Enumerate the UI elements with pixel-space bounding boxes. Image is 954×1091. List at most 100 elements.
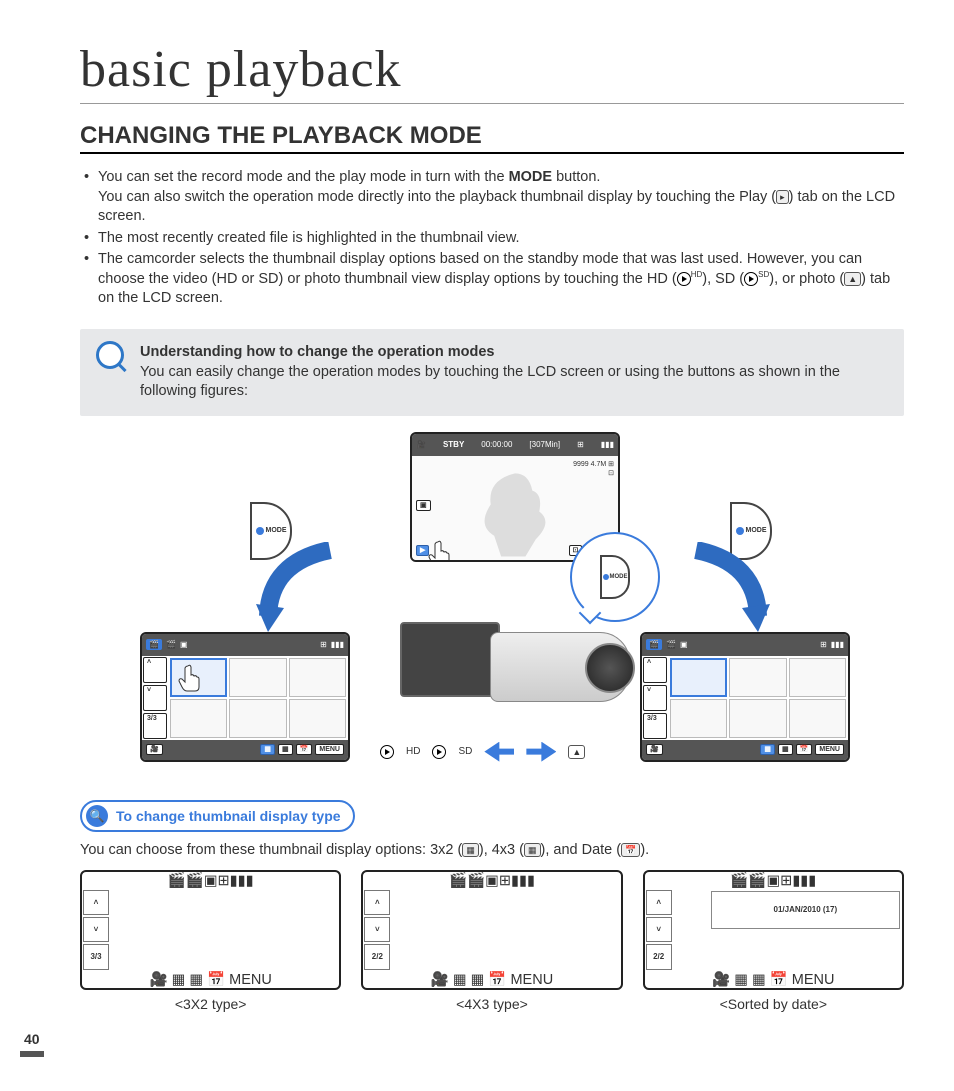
arrow-right-icon (656, 542, 776, 642)
photo-tab[interactable]: ▣ (204, 873, 218, 889)
card-icon: ⊞ (780, 873, 792, 889)
count-label: 9999 (573, 461, 589, 468)
thumbnail-cell[interactable] (563, 891, 619, 916)
page-down-button[interactable]: ˅ (646, 917, 672, 942)
sd-tab[interactable]: 🎬 (166, 640, 176, 649)
hd-tab[interactable]: 🎬 (146, 639, 162, 650)
hd-tab[interactable]: 🎬 (449, 873, 467, 889)
sd-tab[interactable]: 🎬 (666, 640, 676, 649)
thumbnail-cell[interactable] (170, 699, 227, 738)
page-down-button[interactable]: ˅ (364, 917, 390, 942)
date-row[interactable]: 01/JAN/2010 (17) (711, 891, 900, 929)
thumbnail-cell[interactable] (563, 943, 619, 968)
thumbnail-cell[interactable] (729, 699, 786, 738)
rec-mode-button[interactable]: 🎥 (646, 744, 663, 755)
thumbnail-cell[interactable] (229, 658, 286, 697)
grid-date-button[interactable]: 📅 (796, 744, 813, 755)
info-callout: Understanding how to change the operatio… (80, 329, 904, 416)
menu-button[interactable]: MENU (792, 972, 835, 988)
photo-tab[interactable]: ▣ (180, 640, 188, 649)
grid-4x3-icon: ▦ (524, 843, 541, 857)
page-indicator: 2/2 (364, 944, 390, 969)
thumb-types-row: 🎬🎬▣⊞▮▮▮ ˄ ˅ 3/3 🎥 ▦ ▦ (80, 870, 904, 1012)
sd-tab[interactable]: 🎬 (467, 873, 485, 889)
thumbnail-cell[interactable] (450, 891, 506, 916)
menu-button[interactable]: MENU (229, 972, 272, 988)
sd-icon (744, 272, 758, 286)
thumbnail-cell[interactable] (264, 931, 338, 969)
grid-4x3-button[interactable]: ▦ (278, 744, 293, 755)
thumbnail-cell[interactable] (229, 699, 286, 738)
thumbnail-cell[interactable] (289, 658, 346, 697)
rec-mode-button[interactable]: 🎥 (712, 972, 730, 988)
photo-tab[interactable]: ▣ (680, 640, 688, 649)
play-tab-icon: ▸ (776, 190, 789, 204)
grid-3x2-button[interactable]: ▦ (260, 744, 275, 755)
lcd-botbar: 🎥 ▦ ▦ 📅 MENU (642, 740, 848, 760)
grid-4x3-button[interactable]: ▦ (471, 972, 485, 988)
thumbnail-cell[interactable] (112, 931, 186, 969)
camcorder-screen (400, 622, 500, 697)
grid-date-button[interactable]: 📅 (488, 972, 506, 988)
grid-4x3-button[interactable]: ▦ (778, 744, 793, 755)
thumbnail-cell[interactable] (675, 891, 709, 929)
sd-tab[interactable]: 🎬 (748, 873, 766, 889)
grid-4x3-button[interactable]: ▦ (189, 972, 203, 988)
photo-tab[interactable]: ▣ (485, 873, 499, 889)
thumbnail-cell[interactable] (393, 943, 449, 968)
play-tab-small[interactable]: ▣ (416, 500, 431, 511)
page-down-button[interactable]: ˅ (143, 685, 167, 711)
rec-mode-button[interactable]: 🎥 (146, 744, 163, 755)
hd-tab[interactable]: 🎬 (730, 873, 748, 889)
touch-hand-icon (428, 540, 452, 562)
camcorder-illustration: MODE (400, 602, 650, 712)
thumbnail-cell[interactable] (188, 931, 262, 969)
hd-label: HD (406, 746, 420, 757)
thumbnail-cell[interactable] (506, 891, 562, 916)
thumbnail-cell[interactable] (789, 658, 846, 697)
thumbnail-cell[interactable] (188, 891, 262, 929)
thumbnail-cell[interactable] (670, 699, 727, 738)
sd-tab[interactable]: 🎬 (186, 873, 204, 889)
menu-button[interactable]: MENU (510, 972, 553, 988)
photo-tab[interactable]: ▣ (766, 873, 780, 889)
grid-3x2-button[interactable]: ▦ (172, 972, 186, 988)
battery-icon: ▮▮▮ (831, 640, 844, 649)
thumbnail-cell[interactable] (289, 699, 346, 738)
thumbnail-cell[interactable] (506, 917, 562, 942)
grid-3x2-button[interactable]: ▦ (453, 972, 467, 988)
lcd-thumb-left: 🎬 🎬 ▣ ⊞ ▮▮▮ ˄ ˅ 3/3 🎥 (140, 632, 350, 762)
arrow-right-icon (526, 742, 556, 762)
thumbnail-cell[interactable] (506, 943, 562, 968)
thumbnail-cell[interactable] (729, 658, 786, 697)
lcd-4x3: 🎬🎬▣⊞▮▮▮ ˄ ˅ 2/2 🎥 ▦ (361, 870, 622, 990)
grid-date-button[interactable]: 📅 (296, 744, 313, 755)
thumbnail-cell[interactable] (393, 917, 449, 942)
size-label: 4.7M (591, 461, 607, 468)
page-up-button[interactable]: ˄ (83, 890, 109, 915)
page-up-button[interactable]: ˄ (646, 890, 672, 915)
rec-mode-button[interactable]: 🎥 (149, 972, 167, 988)
grid-date-button[interactable]: 📅 (207, 972, 225, 988)
grid-date-button[interactable]: 📅 (770, 972, 788, 988)
thumbnail-cell[interactable] (563, 917, 619, 942)
rec-mode-button[interactable]: 🎥 (431, 972, 449, 988)
page-up-button[interactable]: ˄ (143, 657, 167, 683)
lcd-thumb-right: 🎬 🎬 ▣ ⊞ ▮▮▮ ˄ ˅ 3/3 🎥 (640, 632, 850, 762)
menu-button[interactable]: MENU (315, 744, 344, 755)
menu-button[interactable]: MENU (815, 744, 844, 755)
hd-tab[interactable]: 🎬 (168, 873, 186, 889)
thumbnail-cell[interactable] (112, 891, 186, 929)
thumbnail-cell[interactable] (670, 658, 727, 697)
page-down-button[interactable]: ˅ (83, 917, 109, 942)
section-title: CHANGING THE PLAYBACK MODE (80, 122, 904, 154)
thumbnail-cell[interactable] (450, 917, 506, 942)
grid-4x3-button[interactable]: ▦ (752, 972, 766, 988)
grid-3x2-button[interactable]: ▦ (760, 744, 775, 755)
page-up-button[interactable]: ˄ (364, 890, 390, 915)
thumbnail-cell[interactable] (264, 891, 338, 929)
thumbnail-cell[interactable] (450, 943, 506, 968)
thumbnail-cell[interactable] (789, 699, 846, 738)
grid-3x2-button[interactable]: ▦ (734, 972, 748, 988)
thumbnail-cell[interactable] (393, 891, 449, 916)
